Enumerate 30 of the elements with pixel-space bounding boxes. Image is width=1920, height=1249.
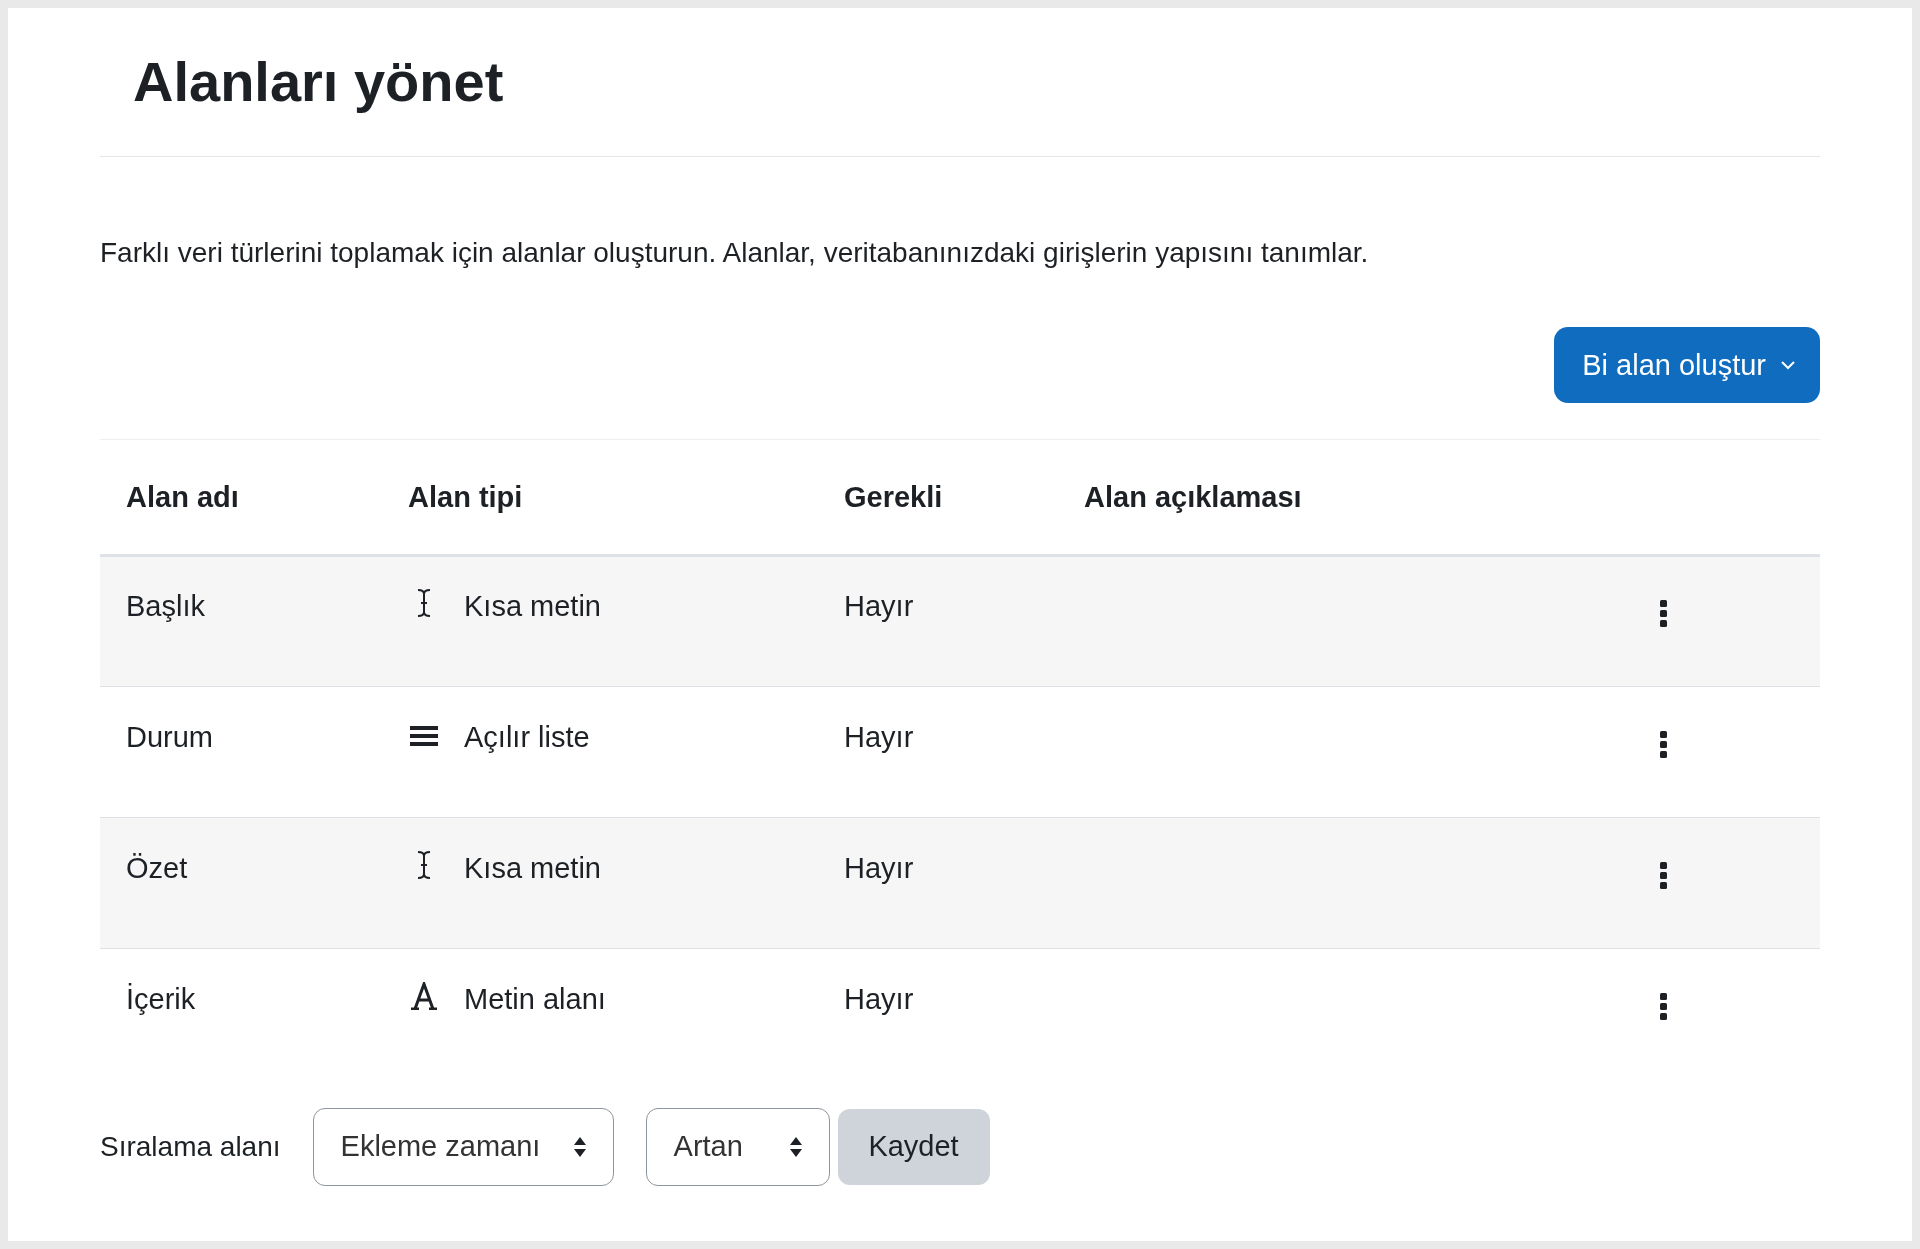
description-text: Farklı veri türlerini toplamak için alanlar oluşturun. Alanlar, veritabanınızdaki girişlerin yapısını tanımlar. xyxy=(100,236,1370,270)
page-title: Alanları yönet xyxy=(133,49,505,115)
sort-label: Sıralama alanı xyxy=(100,1130,281,1163)
sort-field-select[interactable]: Ekleme zamanı xyxy=(312,1107,614,1186)
sort-arrows-icon xyxy=(788,1135,803,1158)
more-options-icon[interactable] xyxy=(1660,860,1668,892)
table-cell: Kısa metin xyxy=(438,817,818,949)
more-options-icon[interactable] xyxy=(1660,991,1668,1023)
chevron-down-icon xyxy=(1780,360,1796,370)
create-field-button[interactable]: Bi alan oluştur xyxy=(1554,327,1820,403)
table-cell: Metin alanı xyxy=(438,948,818,1080)
sort-arrows-icon xyxy=(572,1135,587,1158)
sort-order-select[interactable]: Artan xyxy=(645,1107,830,1186)
table-cell: Hayır xyxy=(818,948,1058,1080)
text-cursor-icon xyxy=(415,849,433,880)
table-cell: Hayır xyxy=(818,817,1058,949)
table-cell: Hayır xyxy=(818,686,1058,818)
table-cell: Kısa metin xyxy=(438,555,818,687)
table-cell: Başlık xyxy=(100,555,370,687)
table-cell: Açılır liste xyxy=(438,686,818,818)
more-options-icon[interactable] xyxy=(1660,599,1668,630)
list-icon xyxy=(410,724,438,747)
table-cell: Durum xyxy=(100,686,370,818)
letter-a-icon xyxy=(410,981,438,1010)
text-cursor-icon xyxy=(415,588,433,618)
table-cell: Özet xyxy=(100,817,370,949)
more-options-icon[interactable] xyxy=(1660,729,1668,761)
save-button[interactable]: Kaydet xyxy=(837,1108,990,1185)
table-cell: Hayır xyxy=(818,555,1058,687)
table-cell: İçerik xyxy=(100,948,370,1080)
